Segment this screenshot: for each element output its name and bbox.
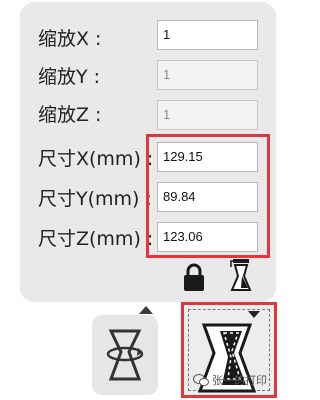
rotate-icon — [106, 329, 144, 381]
scale-z-label: 缩放Z : — [38, 104, 102, 126]
scale-y-input: 1 — [157, 60, 258, 90]
uniform-scale-icon[interactable] — [228, 258, 254, 292]
rotate-button[interactable] — [92, 315, 158, 395]
scale-x-input[interactable]: 1 — [157, 20, 258, 50]
size-fields-highlight — [146, 134, 270, 258]
scale-x-label: 缩放X : — [38, 28, 102, 50]
popup-pointer — [139, 306, 153, 314]
lock-icon[interactable] — [182, 262, 206, 292]
watermark: 张一的打印 — [193, 372, 267, 388]
size-x-label: 尺寸X(mm) : — [38, 148, 154, 170]
scale-y-label: 缩放Y : — [38, 66, 101, 88]
size-y-label: 尺寸Y(mm) : — [38, 188, 152, 210]
watermark-text: 张一的打印 — [212, 374, 267, 387]
size-z-label: 尺寸Z(mm) : — [38, 228, 154, 250]
scale-z-input: 1 — [157, 100, 258, 130]
wechat-icon — [193, 374, 209, 386]
